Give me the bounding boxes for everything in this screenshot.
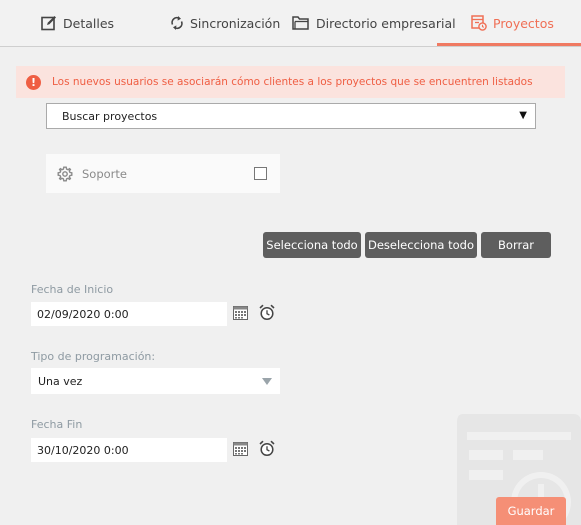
schedule-type-value: Una vez <box>38 374 83 388</box>
select-all-button[interactable]: Selecciona todo <box>263 232 361 258</box>
alarm-clock-icon[interactable] <box>259 304 275 321</box>
schedule-type-select[interactable]: Una vez <box>31 368 280 394</box>
project-item[interactable]: Soporte <box>46 154 280 193</box>
tab-sync[interactable]: Sincronización <box>170 0 280 46</box>
exclamation-icon: ! <box>26 74 41 90</box>
active-tab-indicator <box>437 43 581 46</box>
tab-directory[interactable]: Directorio empresarial <box>292 0 456 46</box>
project-search-select[interactable]: Buscar proyectos ▼ <box>46 103 536 129</box>
project-checkbox[interactable] <box>254 167 267 180</box>
calendar-icon[interactable] <box>233 442 248 456</box>
tab-projects[interactable]: Proyectos <box>471 0 554 46</box>
end-date-label: Fecha Fin <box>31 418 83 431</box>
project-search-value: Buscar proyectos <box>62 109 158 123</box>
alert-text: Los nuevos usuarios se asociarán cómo cl… <box>52 76 533 88</box>
sync-icon <box>171 16 183 30</box>
save-button[interactable]: Guardar <box>496 497 566 525</box>
caret-down-icon <box>262 378 272 385</box>
schedule-type-label: Tipo de programación: <box>31 350 156 363</box>
calendar-icon[interactable] <box>233 306 248 320</box>
alarm-clock-icon[interactable] <box>259 440 275 457</box>
tab-directory-label: Directorio empresarial <box>316 15 456 31</box>
end-date-input[interactable]: 30/10/2020 0:00 <box>31 438 227 462</box>
info-alert: ! Los nuevos usuarios se asociarán cómo … <box>16 66 565 98</box>
start-date-input[interactable]: 02/09/2020 0:00 <box>31 302 227 326</box>
projects-icon <box>471 15 487 31</box>
tab-details[interactable]: Detalles <box>41 0 114 46</box>
tab-details-label: Detalles <box>63 15 115 31</box>
edit-icon <box>41 16 56 31</box>
tab-projects-label: Proyectos <box>493 15 554 31</box>
folder-icon <box>292 16 309 30</box>
tab-bar: Detalles Sincronización Directorio empre… <box>0 0 581 47</box>
clear-button[interactable]: Borrar <box>481 232 551 258</box>
deselect-all-button[interactable]: Deselecciona todo <box>365 232 477 258</box>
start-date-label: Fecha de Inicio <box>31 283 114 296</box>
caret-down-icon: ▼ <box>519 110 527 121</box>
tab-sync-label: Sincronización <box>190 15 281 31</box>
project-name: Soporte <box>82 166 127 181</box>
gear-icon <box>57 166 73 181</box>
